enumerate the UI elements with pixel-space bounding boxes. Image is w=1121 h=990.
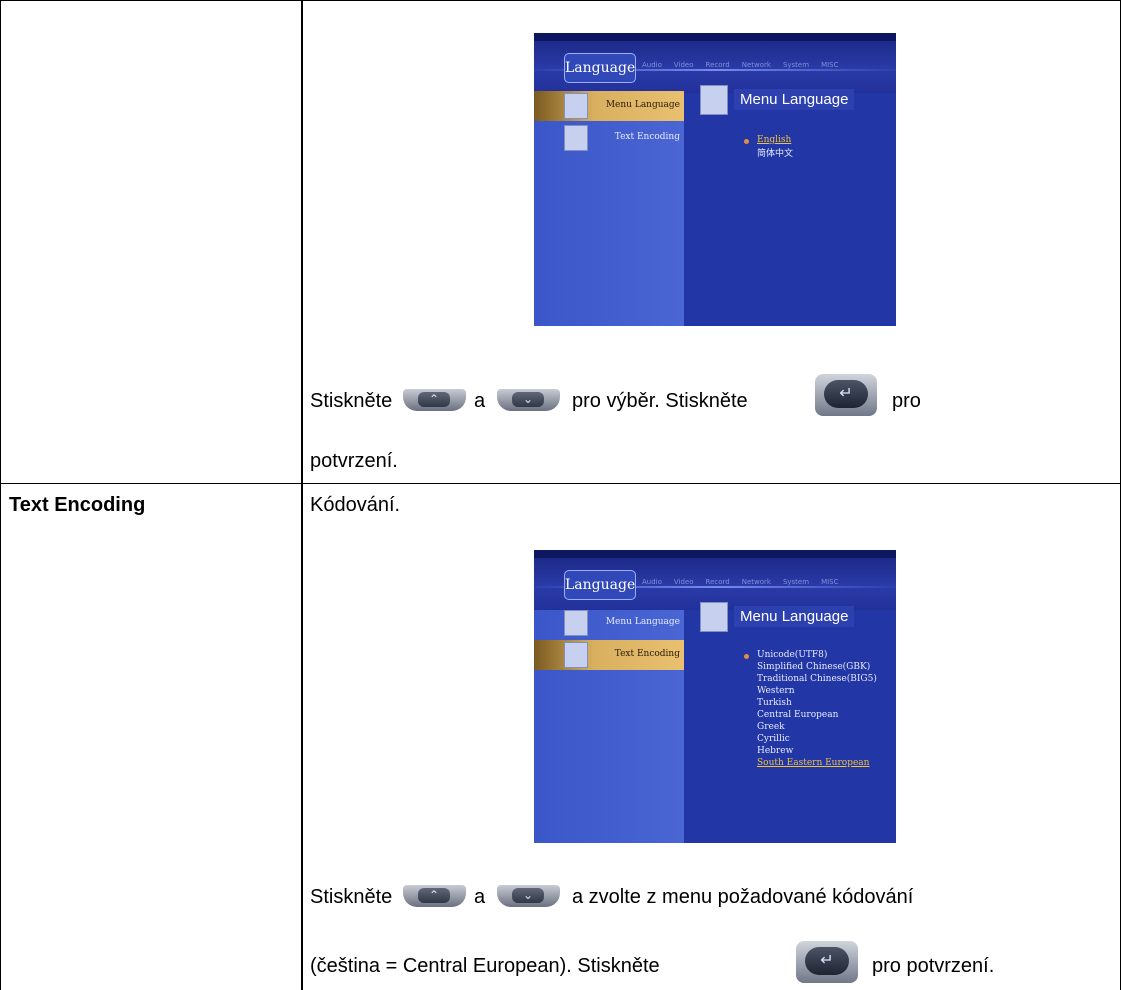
table-top-border <box>0 0 1121 1</box>
option-english: English <box>757 135 792 145</box>
encoding-option: Simplified Chinese(GBK) <box>757 662 871 672</box>
settings-tabs: Audio Video Record Network System MISC <box>642 61 839 69</box>
menu-language-screenshot: Language Audio Video Record Network System MI… <box>534 33 896 326</box>
nav-menu-language: Menu Language <box>534 608 684 638</box>
encoding-option: Turkish <box>757 698 792 708</box>
instruction-2-press: Stiskněte <box>310 886 393 908</box>
flag-icon <box>564 125 588 151</box>
language-tab: Language <box>564 53 636 83</box>
encoding-option: Western <box>757 686 795 696</box>
instruction-2-choose: a zvolte z menu požadované kódování <box>572 886 914 908</box>
encoding-option: Hebrew <box>757 746 794 756</box>
panel-title: Menu Language <box>734 89 855 110</box>
instruction-1-pro: pro <box>892 390 921 412</box>
row-label-text-encoding: Text Encoding <box>9 494 146 516</box>
nav-text-encoding: Text Encoding <box>534 123 684 153</box>
encoding-option: Greek <box>757 722 785 732</box>
nav-menu-language: Menu Language <box>534 91 684 121</box>
enter-button-icon: ↵ <box>796 941 858 983</box>
language-icon <box>700 85 728 115</box>
instruction-1-and: a <box>474 390 486 412</box>
encoding-option: Cyrillic <box>757 734 790 744</box>
instruction-1-press: Stiskněte <box>310 390 393 412</box>
up-button-icon: ⌃ <box>403 885 466 907</box>
instruction-1-select: pro výběr. Stiskněte <box>572 390 748 412</box>
option-chinese: 简体中文 <box>757 149 794 159</box>
settings-tabs: Audio Video Record Network System MISC <box>642 578 839 586</box>
flag-icon <box>564 610 588 636</box>
encoding-option: Central European <box>757 710 839 720</box>
row-desc-encoding: Kódování. <box>310 494 401 516</box>
instruction-2-line2a: (čeština = Central European). Stiskněte <box>310 955 660 977</box>
up-button-icon: ⌃ <box>403 389 466 411</box>
language-tab: Language <box>564 570 636 600</box>
instruction-1-line2: potvrzení. <box>310 450 398 472</box>
down-button-icon: ⌄ <box>497 389 560 411</box>
instruction-2-and: a <box>474 886 486 908</box>
nav-text-encoding: Text Encoding <box>534 640 684 670</box>
enter-button-icon: ↵ <box>815 374 877 416</box>
flag-icon <box>564 93 588 119</box>
instruction-2-line2b: pro potvrzení. <box>872 955 995 977</box>
table-row-divider <box>0 483 1121 484</box>
language-icon <box>700 602 728 632</box>
table-left-border <box>0 0 1 990</box>
panel-title: Menu Language <box>734 606 855 627</box>
encoding-option: Unicode(UTF8) <box>757 650 828 660</box>
encoding-option-selected: South Eastern European <box>757 758 870 768</box>
encoding-option: Traditional Chinese(BIG5) <box>757 674 877 684</box>
down-button-icon: ⌄ <box>497 885 560 907</box>
table-mid-divider <box>301 0 303 990</box>
flag-icon <box>564 642 588 668</box>
text-encoding-screenshot: Language Audio Video Record Network System MI… <box>534 550 896 843</box>
